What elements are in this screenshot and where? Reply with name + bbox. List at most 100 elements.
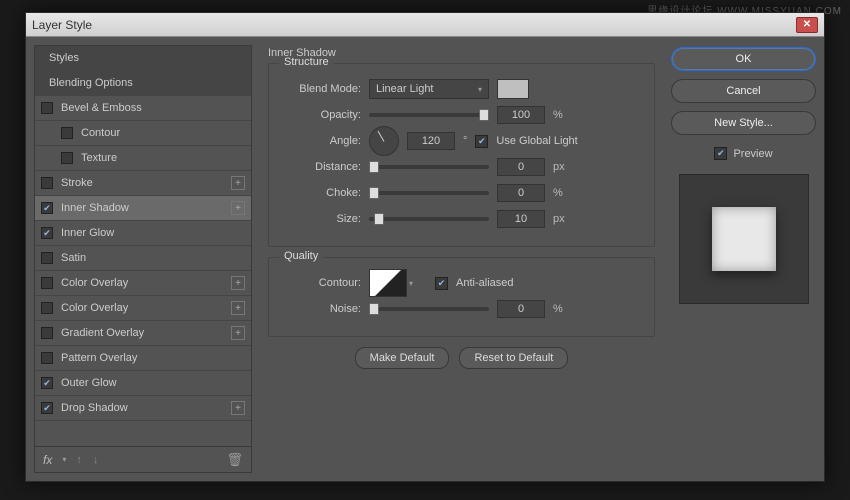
preview-box [679,174,809,304]
noise-unit: % [553,303,563,315]
size-unit: px [553,213,565,225]
trash-icon[interactable]: 🗑 [226,452,243,468]
blend-mode-select[interactable]: Linear Light▾ [369,79,489,99]
titlebar[interactable]: Layer Style ✕ [26,13,824,37]
opacity-field[interactable]: 100 [497,106,545,124]
effect-row[interactable]: Drop Shadow+ [35,396,251,421]
effect-checkbox[interactable] [41,402,53,414]
effect-checkbox[interactable] [61,127,73,139]
ok-button[interactable]: OK [671,47,816,71]
effect-checkbox[interactable] [61,152,73,164]
add-effect-icon[interactable]: + [231,326,245,340]
distance-field[interactable]: 0 [497,158,545,176]
styles-header[interactable]: Styles [35,46,251,71]
effect-label: Outer Glow [61,377,245,389]
blending-options-header[interactable]: Blending Options [35,71,251,96]
angle-wheel[interactable] [369,126,399,156]
effect-row[interactable]: Inner Shadow+ [35,196,251,221]
effect-row[interactable]: Texture [35,146,251,171]
effect-label: Pattern Overlay [61,352,245,364]
effect-checkbox[interactable] [41,227,53,239]
reorder-arrows[interactable]: ↑ ↓ [76,454,102,466]
angle-label: Angle: [283,135,361,147]
size-field[interactable]: 10 [497,210,545,228]
dialog-title: Layer Style [32,18,92,32]
size-label: Size: [283,213,361,225]
effect-row[interactable]: Satin [35,246,251,271]
opacity-slider[interactable] [369,113,489,117]
effect-label: Inner Glow [61,227,245,239]
angle-field[interactable]: 120 [407,132,455,150]
cancel-button[interactable]: Cancel [671,79,816,103]
effect-label: Texture [81,152,245,164]
distance-label: Distance: [283,161,361,173]
styles-header-label: Styles [49,52,245,64]
effect-row[interactable]: Inner Glow [35,221,251,246]
effects-footer: fx ▾ ↑ ↓ 🗑 [35,446,251,472]
effect-row[interactable]: Color Overlay+ [35,296,251,321]
effects-list: Styles Blending Options Bevel & Emboss Co… [34,45,252,473]
effect-checkbox[interactable] [41,277,53,289]
preview-checkbox[interactable] [714,147,727,160]
effect-row[interactable]: Stroke+ [35,171,251,196]
effect-checkbox[interactable] [41,352,53,364]
effect-row[interactable]: Outer Glow [35,371,251,396]
shadow-color-swatch[interactable] [497,79,529,99]
new-style-button[interactable]: New Style... [671,111,816,135]
effects-column: Styles Blending Options Bevel & Emboss Co… [34,45,252,473]
contour-thumbnail [369,269,407,297]
effect-checkbox[interactable] [41,302,53,314]
effect-label: Satin [61,252,245,264]
fx-icon[interactable]: fx [43,453,52,467]
action-column: OK Cancel New Style... Preview [671,45,816,473]
effect-row[interactable]: Color Overlay+ [35,271,251,296]
structure-group: Structure Blend Mode: Linear Light▾ Opac… [268,63,655,247]
add-effect-icon[interactable]: + [231,276,245,290]
layer-style-dialog: Layer Style ✕ Styles Blending Options Be… [25,12,825,482]
antialiased-checkbox[interactable] [435,277,448,290]
blend-mode-value: Linear Light [376,83,434,95]
effect-checkbox[interactable] [41,327,53,339]
blending-options-label: Blending Options [49,77,245,89]
noise-field[interactable]: 0 [497,300,545,318]
add-effect-icon[interactable]: + [231,176,245,190]
effect-row[interactable]: Contour [35,121,251,146]
contour-label: Contour: [283,277,361,289]
global-light-label: Use Global Light [496,135,577,147]
effect-checkbox[interactable] [41,377,53,389]
effect-checkbox[interactable] [41,102,53,114]
effect-row[interactable]: Bevel & Emboss [35,96,251,121]
choke-field[interactable]: 0 [497,184,545,202]
contour-picker[interactable]: ▾ [369,269,413,297]
make-default-button[interactable]: Make Default [355,347,450,369]
effect-label: Bevel & Emboss [61,102,245,114]
effect-label: Color Overlay [61,302,231,314]
effect-checkbox[interactable] [41,177,53,189]
distance-unit: px [553,161,565,173]
effect-checkbox[interactable] [41,202,53,214]
effect-row[interactable]: Gradient Overlay+ [35,321,251,346]
add-effect-icon[interactable]: + [231,201,245,215]
effect-row[interactable]: Pattern Overlay [35,346,251,371]
reset-default-button[interactable]: Reset to Default [459,347,568,369]
slider-thumb[interactable] [369,187,379,199]
slider-thumb[interactable] [479,109,489,121]
choke-unit: % [553,187,563,199]
close-button[interactable]: ✕ [796,17,818,33]
dropdown-caret-icon[interactable]: ▾ [62,455,66,464]
choke-slider[interactable] [369,191,489,195]
slider-thumb[interactable] [374,213,384,225]
add-effect-icon[interactable]: + [231,401,245,415]
size-slider[interactable] [369,217,489,221]
noise-slider[interactable] [369,307,489,311]
chevron-down-icon: ▾ [409,279,413,288]
slider-thumb[interactable] [369,303,379,315]
distance-slider[interactable] [369,165,489,169]
add-effect-icon[interactable]: + [231,301,245,315]
slider-thumb[interactable] [369,161,379,173]
quality-group: Quality Contour: ▾ Anti-aliased Noise: 0… [268,257,655,337]
structure-legend: Structure [279,56,334,68]
effect-checkbox[interactable] [41,252,53,264]
global-light-checkbox[interactable] [475,135,488,148]
angle-unit: ° [463,135,467,147]
